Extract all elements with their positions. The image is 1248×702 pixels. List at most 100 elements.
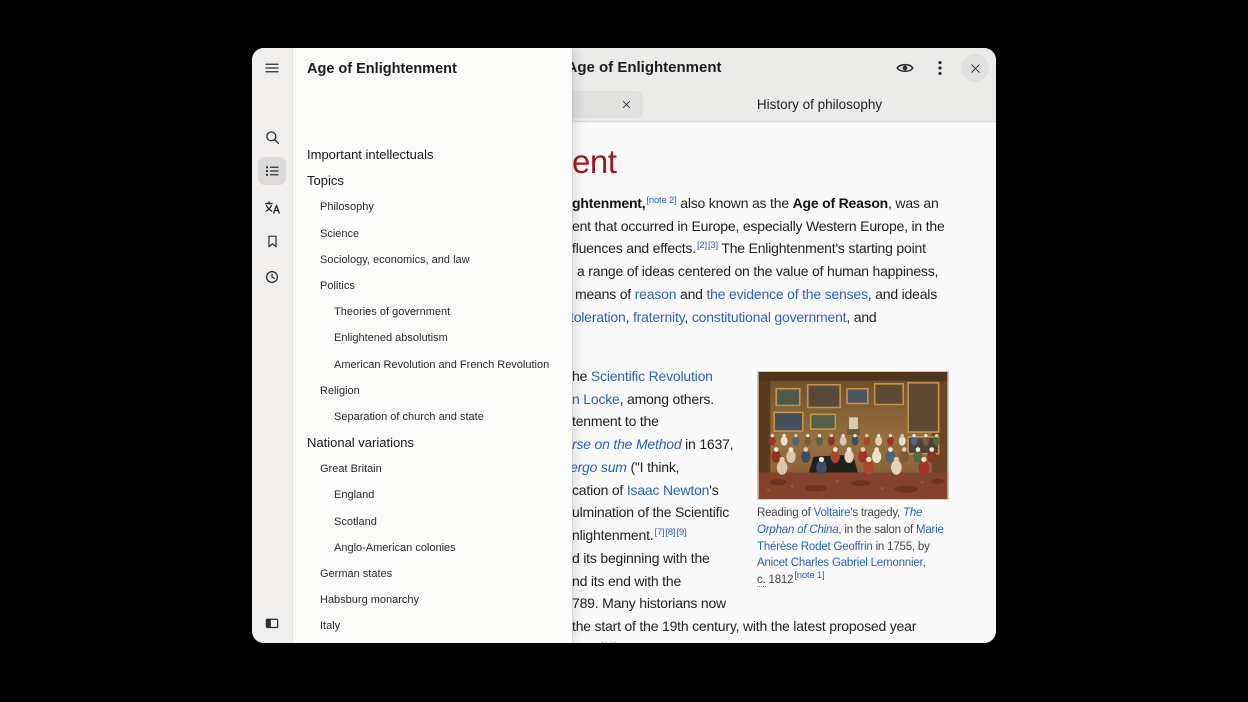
toc-item[interactable]: Religion <box>292 378 572 404</box>
languages-icon <box>263 198 282 217</box>
main-menu-button[interactable] <box>258 54 286 82</box>
desktop: { "app": { "header_title": "Age of Enlig… <box>0 0 1248 702</box>
wiki-link[interactable]: rse on the Method <box>572 436 681 452</box>
toc-item-label: Theories of government <box>334 306 450 318</box>
toc-item-label: Sociology, economics, and law <box>320 254 470 266</box>
wiki-link[interactable]: Anicet Charles Gabriel Lemonnier <box>757 557 923 569</box>
text-segment: also known as the <box>677 195 793 211</box>
kebab-menu-button[interactable] <box>926 54 954 82</box>
text-segment: Reading of <box>757 507 814 519</box>
sidebar-toggle-button[interactable] <box>258 609 286 637</box>
reference-link[interactable]: [7] <box>654 527 664 538</box>
wiki-link[interactable]: Voltaire <box>814 507 851 519</box>
article-line: means of reason and the evidence of the … <box>575 285 937 303</box>
wiki-link[interactable]: reason <box>635 286 677 302</box>
wiki-link[interactable]: Scientific Revolution <box>591 368 713 384</box>
article-title-fragment: ent <box>572 143 616 181</box>
toc-item[interactable]: Enlightened absolutism <box>292 325 572 351</box>
text-segment: d its beginning with the <box>572 550 710 566</box>
article-line: he Scientific Revolution <box>572 367 713 385</box>
text-segment: a range of ideas centered on the value o… <box>577 263 938 279</box>
main-menu-icon <box>263 59 281 77</box>
reference-link[interactable]: [10] <box>601 641 616 643</box>
toc-item[interactable]: Bourbon Spain and Spanish America <box>292 640 572 643</box>
toc-item[interactable]: Science <box>292 221 572 247</box>
bookmarks-button[interactable] <box>258 227 286 255</box>
toc-item[interactable]: National variations <box>292 430 572 456</box>
figure-caption: Reading of Voltaire's tragedy, The Orphan… <box>757 505 951 590</box>
wiki-link[interactable]: toleration <box>570 309 626 325</box>
search-button[interactable] <box>258 123 286 151</box>
tab-history-of-philosophy[interactable]: History of philosophy <box>643 88 996 120</box>
caption-line: Reading of Voltaire's tragedy, The <box>757 505 951 522</box>
caption-line: c. 1812[note 1] <box>757 572 951 590</box>
eye-icon-button[interactable] <box>891 54 919 82</box>
languages-button[interactable] <box>258 193 286 221</box>
text-segment: , <box>684 309 691 325</box>
reference-link[interactable]: [8] <box>665 527 675 538</box>
toc-item[interactable]: Theories of government <box>292 299 572 325</box>
reference-link[interactable]: [note 1] <box>794 570 824 581</box>
text-segment: c. <box>757 574 766 587</box>
wiki-link[interactable]: ergo sum <box>570 459 627 475</box>
close-icon <box>969 62 982 75</box>
wiki-link[interactable]: n Locke <box>572 391 620 407</box>
toc-item[interactable]: German states <box>292 561 572 587</box>
text-segment: , among others. <box>620 391 714 407</box>
article-figure: Reading of Voltaire's tragedy, The Orphan… <box>757 371 951 590</box>
toc-button[interactable] <box>258 157 286 185</box>
history-clock-icon <box>263 268 281 286</box>
reference-link[interactable]: [9] <box>676 527 686 538</box>
text-segment: tenment to the <box>572 413 659 429</box>
toc-item[interactable]: Great Britain <box>292 456 572 482</box>
text-segment: , and <box>846 309 876 325</box>
toc-item[interactable]: Scotland <box>292 509 572 535</box>
text-segment: , was an <box>888 195 939 211</box>
wiki-link[interactable]: the evidence of the senses <box>706 286 867 302</box>
text-segment: 's <box>709 482 718 498</box>
wiki-link[interactable]: Orphan of China <box>757 524 838 536</box>
history-button[interactable] <box>258 263 286 291</box>
toc-item[interactable]: Anglo-American colonies <box>292 535 572 561</box>
text-segment: the start of the 19th century, with the … <box>572 618 916 634</box>
toc-item-label: National variations <box>307 435 414 450</box>
toc-item[interactable]: Italy <box>292 613 572 639</box>
wiki-link[interactable]: The <box>903 507 922 519</box>
wiki-link[interactable]: constitutional government <box>692 309 847 325</box>
toc-item[interactable]: Important intellectuals <box>292 142 572 168</box>
toc-item[interactable]: Philosophy <box>292 194 572 220</box>
text-segment: , <box>626 309 633 325</box>
toc-item[interactable]: Separation of church and state <box>292 404 572 430</box>
close-window-button[interactable] <box>961 54 989 82</box>
wiki-link[interactable]: fraternity <box>633 309 684 325</box>
toc-item[interactable]: American Revolution and French Revolutio… <box>292 352 572 378</box>
text-segment: in 1637, <box>681 436 733 452</box>
toc-item-label: Anglo-American colonies <box>334 542 456 554</box>
toc-list-icon <box>263 162 281 180</box>
text-segment: , and ideals <box>868 286 937 302</box>
text-segment: 789. Many historians now <box>572 595 726 611</box>
salon-painting-thumbnail[interactable] <box>757 371 949 500</box>
wiki-link[interactable]: Thérèse Rodet Geoffrin <box>757 541 873 553</box>
toc-item[interactable]: Habsburg monarchy <box>292 587 572 613</box>
toc-item[interactable]: Topics <box>292 168 572 194</box>
toc-item-label: Separation of church and state <box>334 411 484 423</box>
search-icon <box>263 128 282 147</box>
reference-link[interactable]: [note 2] <box>646 195 676 206</box>
toc-item[interactable]: Politics <box>292 273 572 299</box>
text-segment: , in the salon of <box>838 524 916 536</box>
tab-close-button[interactable] <box>618 96 635 113</box>
caption-line: Anicet Charles Gabriel Lemonnier, <box>757 555 951 572</box>
bookmark-icon <box>264 233 281 250</box>
toc-item[interactable]: England <box>292 482 572 508</box>
toc-item-label: American Revolution and French Revolutio… <box>334 359 549 371</box>
reference-link[interactable]: [3] <box>708 240 718 251</box>
toc-item-label: Italy <box>320 620 340 632</box>
toc-item[interactable]: Sociology, economics, and law <box>292 247 572 273</box>
reference-link[interactable]: [2] <box>697 240 707 251</box>
text-segment: 's tragedy, <box>850 507 903 519</box>
text-segment: nd its end with the <box>572 573 681 589</box>
wiki-link[interactable]: Marie <box>916 524 944 536</box>
wiki-link[interactable]: Isaac Newton <box>627 482 709 498</box>
text-segment: The Enlightenment's starting point <box>718 240 926 256</box>
